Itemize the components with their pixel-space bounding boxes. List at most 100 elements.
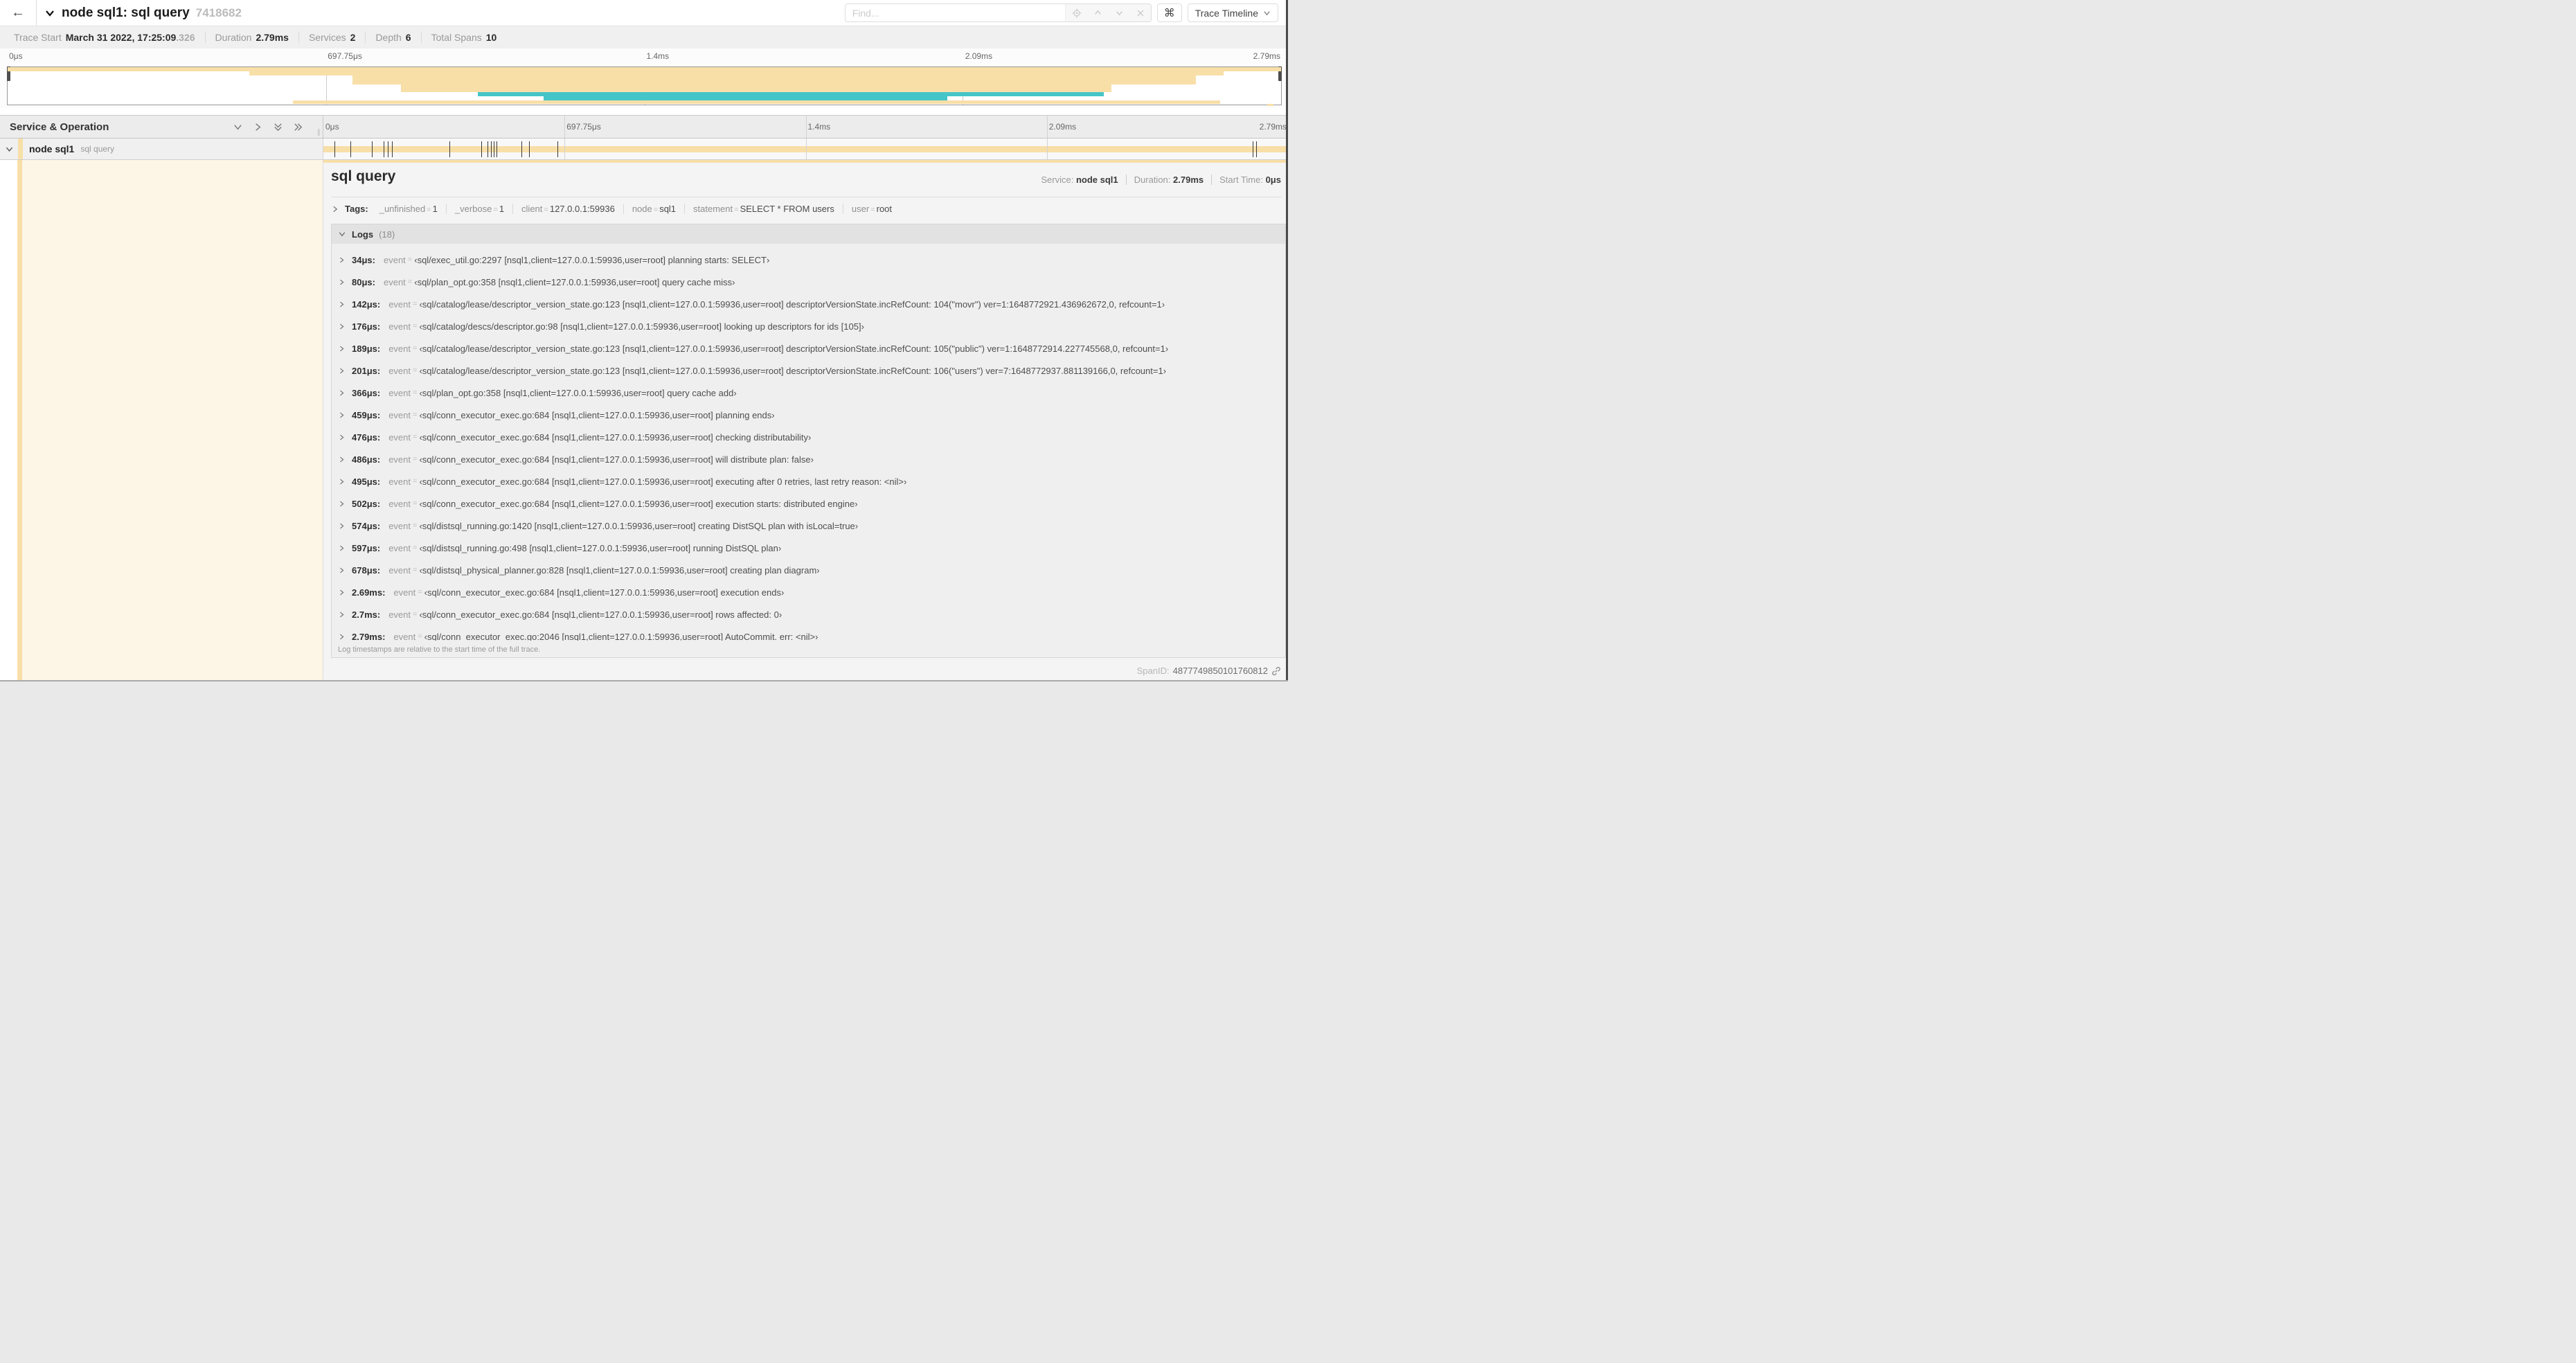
column-resize-handle[interactable]: ∥ xyxy=(317,129,321,136)
tick-label: 697.75μs xyxy=(328,51,362,61)
chevron-right-icon[interactable] xyxy=(338,301,346,308)
chevron-right-icon[interactable] xyxy=(338,522,346,530)
view-select-button[interactable]: Trace Timeline xyxy=(1187,3,1278,22)
log-entry[interactable]: 80μs: event = ‹sql/plan_opt.go:358 [nsql1,c… xyxy=(332,271,1285,293)
log-entry[interactable]: 201μs: event = ‹sql/catalog/lease/descripto… xyxy=(332,359,1285,382)
logs-block: Logs (18) 34μs: event = ‹sql/exec_util.go:2… xyxy=(331,224,1286,658)
chevron-right-icon[interactable] xyxy=(338,478,346,485)
trace-id: 7418682 xyxy=(195,6,242,19)
detail-meta-item: Service: node sql1 xyxy=(1033,175,1127,185)
locate-icon[interactable] xyxy=(1072,8,1082,18)
log-marker[interactable] xyxy=(1256,141,1258,157)
chevron-right-icon[interactable] xyxy=(338,323,346,330)
tags-row[interactable]: Tags: _unfinished = 1 _verbose = 1 client = 127.… xyxy=(331,204,1281,214)
back-arrow-icon: ← xyxy=(11,5,25,20)
link-icon[interactable] xyxy=(1271,666,1281,676)
chevron-right-icon[interactable] xyxy=(338,611,346,618)
chevron-down-icon[interactable] xyxy=(44,8,55,19)
tick-label: 0μs xyxy=(9,51,23,61)
detail-gutter-highlight xyxy=(22,160,323,680)
chevron-right-icon[interactable] xyxy=(338,500,346,508)
minimap-canvas[interactable] xyxy=(7,66,1282,106)
tag-item[interactable]: _unfinished = 1 xyxy=(371,204,447,214)
find-input[interactable] xyxy=(845,4,1065,21)
detail-meta: Service: node sql1 Duration: 2.79ms Start … xyxy=(1033,175,1281,185)
chevron-right-icon[interactable] xyxy=(338,278,346,286)
trace-meta-item: Duration 2.79ms xyxy=(206,32,299,43)
log-entry[interactable]: 678μs: event = ‹sql/distsql_physical_planne… xyxy=(332,559,1285,581)
log-entry[interactable]: 2.69ms: event = ‹sql/conn_executor_exec.go:… xyxy=(332,581,1285,603)
collapse-one-icon[interactable] xyxy=(233,122,243,132)
span-row-name-cell[interactable]: node sql1 sql query xyxy=(0,139,323,160)
grid-line xyxy=(805,139,807,159)
log-entry[interactable]: 34μs: event = ‹sql/exec_util.go:2297 [nsql1… xyxy=(332,249,1285,271)
grid-line xyxy=(564,139,566,159)
log-entry[interactable]: 476μs: event = ‹sql/conn_executor_exec.go:6… xyxy=(332,426,1285,448)
chevron-right-icon[interactable] xyxy=(331,205,339,213)
log-entry[interactable]: 2.7ms: event = ‹sql/conn_executor_exec.go:6… xyxy=(332,603,1285,625)
tag-item[interactable]: user = root xyxy=(843,204,900,214)
chevron-right-icon[interactable] xyxy=(338,389,346,397)
chevron-right-icon[interactable] xyxy=(338,456,346,463)
tick-label: 2.79ms xyxy=(1253,51,1280,61)
log-entry[interactable]: 502μs: event = ‹sql/conn_executor_exec.go:6… xyxy=(332,492,1285,515)
log-marker[interactable] xyxy=(529,141,530,157)
keyboard-shortcuts-button[interactable]: ⌘ xyxy=(1156,3,1182,22)
log-marker[interactable] xyxy=(334,141,335,157)
logs-header[interactable]: Logs (18) xyxy=(332,224,1285,244)
chevron-right-icon[interactable] xyxy=(338,589,346,596)
tick-label: 1.4ms xyxy=(807,122,831,132)
back-button[interactable]: ← xyxy=(0,0,37,26)
expand-all-icon[interactable] xyxy=(293,122,303,132)
log-entry[interactable]: 597μs: event = ‹sql/distsql_running.go:498 … xyxy=(332,537,1285,559)
chevron-right-icon[interactable] xyxy=(338,345,346,353)
span-row-node-sql1[interactable]: node sql1 sql query xyxy=(0,139,1288,160)
expand-one-icon[interactable] xyxy=(253,122,263,132)
log-entry[interactable]: 176μs: event = ‹sql/catalog/descs/descripto… xyxy=(332,315,1285,337)
log-entry[interactable]: 189μs: event = ‹sql/catalog/lease/descripto… xyxy=(332,337,1285,359)
logs-count: (18) xyxy=(379,229,395,240)
log-entry[interactable]: 574μs: event = ‹sql/distsql_running.go:1420… xyxy=(332,515,1285,537)
chevron-right-icon[interactable] xyxy=(338,567,346,574)
log-marker[interactable] xyxy=(371,141,373,157)
prev-result-icon[interactable] xyxy=(1093,8,1102,17)
tag-item[interactable]: _verbose = 1 xyxy=(447,204,514,214)
trace-title-area[interactable]: node sql1: sql query 7418682 xyxy=(44,0,242,26)
log-entry[interactable]: 366μs: event = ‹sql/plan_opt.go:358 [nsql1,… xyxy=(332,382,1285,404)
log-entry[interactable]: 459μs: event = ‹sql/conn_executor_exec.go:6… xyxy=(332,404,1285,426)
page-title: node sql1: sql query xyxy=(62,5,190,20)
log-entry[interactable]: 495μs: event = ‹sql/conn_executor_exec.go:6… xyxy=(332,470,1285,492)
log-marker[interactable] xyxy=(392,141,393,157)
log-marker[interactable] xyxy=(557,141,558,157)
detail-meta-item: Start Time: 0μs xyxy=(1219,175,1281,185)
tag-item[interactable]: statement = SELECT * FROM users xyxy=(685,204,843,214)
log-entry[interactable]: 142μs: event = ‹sql/catalog/lease/descripto… xyxy=(332,293,1285,315)
chevron-down-icon[interactable] xyxy=(0,145,18,154)
chevron-right-icon[interactable] xyxy=(338,544,346,552)
chevron-right-icon[interactable] xyxy=(338,434,346,441)
log-entry[interactable]: 2.79ms: event = ‹sql/conn_executor_exec.go:… xyxy=(332,625,1285,641)
tag-item[interactable]: client = 127.0.0.1:59936 xyxy=(513,204,624,214)
clear-search-icon[interactable] xyxy=(1136,9,1145,17)
tick-label: 0μs xyxy=(325,122,339,132)
log-entry[interactable]: 486μs: event = ‹sql/conn_executor_exec.go:6… xyxy=(332,448,1285,470)
chevron-right-icon[interactable] xyxy=(338,367,346,375)
collapse-all-icon[interactable] xyxy=(273,122,283,132)
log-marker[interactable] xyxy=(521,141,522,157)
chevron-down-icon xyxy=(1263,9,1271,17)
log-marker[interactable] xyxy=(490,141,492,157)
chevron-right-icon[interactable] xyxy=(338,256,346,264)
chevron-right-icon[interactable] xyxy=(338,411,346,419)
tag-item[interactable]: node = sql1 xyxy=(624,204,686,214)
log-marker[interactable] xyxy=(481,141,483,157)
chevron-down-icon[interactable] xyxy=(338,230,346,238)
span-id-value: 4877749850101760812 xyxy=(1172,666,1268,676)
chevron-right-icon[interactable] xyxy=(338,633,346,641)
next-result-icon[interactable] xyxy=(1115,8,1124,17)
log-marker[interactable] xyxy=(449,141,450,157)
grid-line xyxy=(805,116,807,138)
log-marker[interactable] xyxy=(350,141,351,157)
span-id-label: SpanID: xyxy=(1136,666,1170,676)
span-row-timeline-cell[interactable] xyxy=(323,139,1288,160)
minimap-span-bar xyxy=(352,75,1196,84)
